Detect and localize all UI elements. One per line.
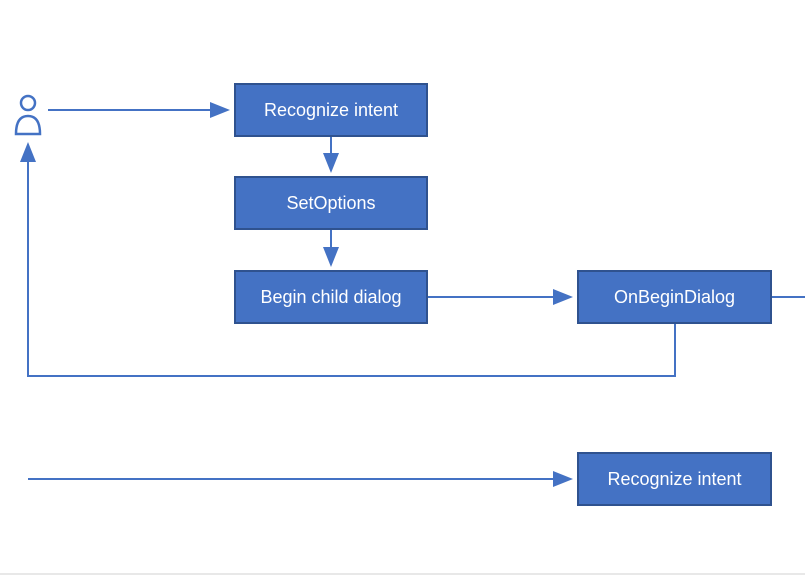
figure-divider [0, 573, 805, 575]
node-label: Recognize intent [264, 100, 398, 121]
node-label: Recognize intent [607, 469, 741, 490]
arrow-user-to-recognize [48, 100, 240, 120]
arrow-user-to-recognize2 [28, 467, 580, 491]
arrow-onbegin-to-user [10, 136, 690, 386]
user-icon [14, 94, 42, 134]
node-recognize-intent-2: Recognize intent [577, 452, 772, 506]
arrow-onbegin-right-edge [772, 287, 805, 307]
node-recognize-intent-1: Recognize intent [234, 83, 428, 137]
